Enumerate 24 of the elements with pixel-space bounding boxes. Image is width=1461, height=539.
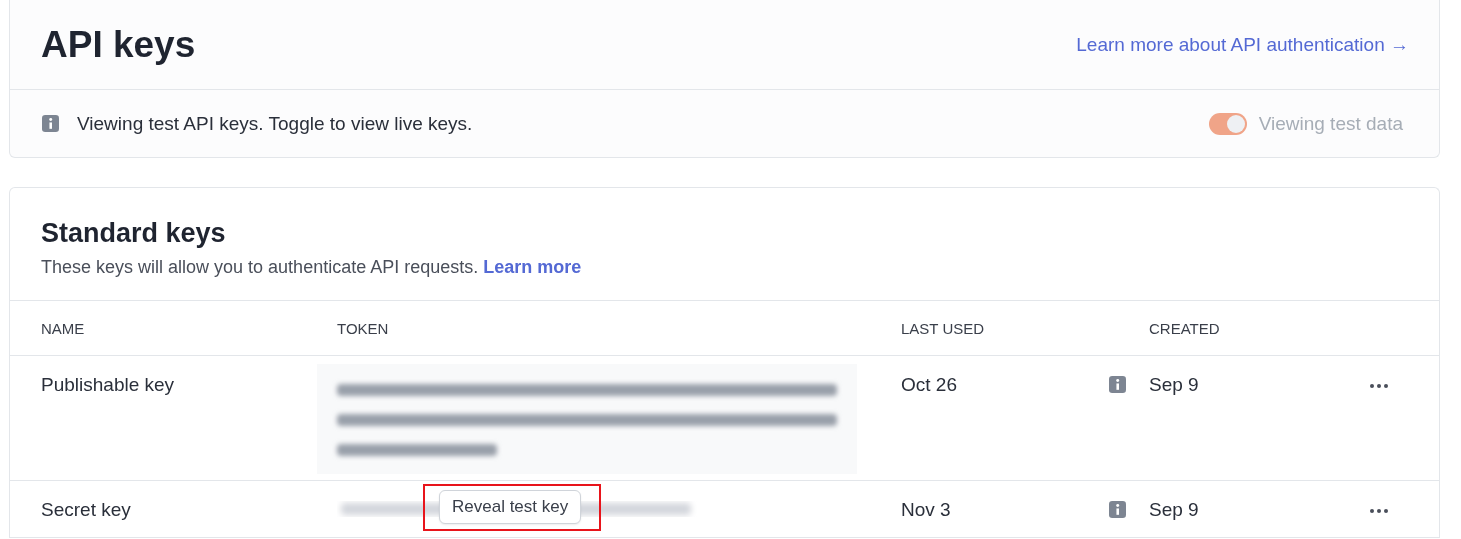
test-data-toggle[interactable] <box>1208 112 1247 135</box>
last-used-date: Nov 3 <box>901 498 952 521</box>
section-title: Standard keys <box>41 218 227 249</box>
info-icon <box>1109 376 1126 393</box>
last-used-date: Oct 26 <box>901 373 958 396</box>
learn-more-link[interactable]: Learn more <box>483 257 582 277</box>
column-header: TOKEN <box>337 319 390 337</box>
column-header: NAME <box>41 319 86 337</box>
page-title: API keys <box>41 23 196 66</box>
toggle-label: Viewing test data <box>1258 112 1403 135</box>
more-options-icon[interactable] <box>1369 383 1389 389</box>
more-options-icon[interactable] <box>1369 508 1389 514</box>
created-date: Sep 9 <box>1149 373 1200 396</box>
reveal-test-key-button[interactable]: Reveal test key <box>439 490 582 524</box>
notice-text: Viewing test API keys. Toggle to view live keys. <box>77 112 473 135</box>
column-header: CREATED <box>1149 319 1221 337</box>
column-header: LAST USED <box>901 319 986 337</box>
key-name: Publishable key <box>41 373 176 396</box>
section-description: These keys will allow you to authenticate API requests. <box>41 257 479 277</box>
key-name: Secret key <box>41 498 132 521</box>
learn-more-link[interactable]: Learn more about API authentication → <box>1076 33 1409 56</box>
info-icon <box>1109 501 1126 518</box>
info-icon <box>42 115 59 132</box>
created-date: Sep 9 <box>1149 498 1200 521</box>
